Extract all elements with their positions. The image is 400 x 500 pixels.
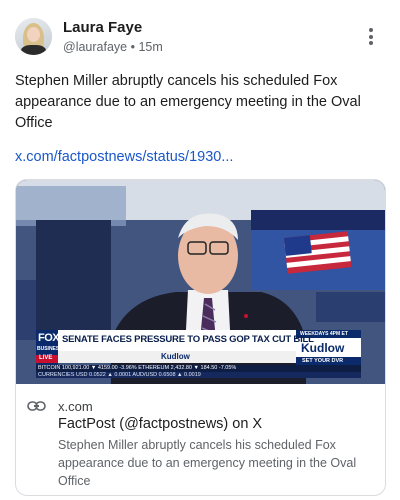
kudlow-logo: Kudlow [301,341,345,355]
dvr-label: SET YOUR DVR [302,358,344,364]
fox-business-label: BUSINESS [37,346,63,352]
live-badge: LIVE [39,355,53,361]
post-link[interactable]: x.com/factpostnews/status/1930... [15,149,233,165]
link-icon [27,401,46,411]
card-details[interactable]: x.com FactPost (@factpostnews) on X Step… [16,385,385,495]
post-time[interactable]: 15m [138,40,162,54]
ticker-row-1: BITCOIN 100,921.00 ▼ 4159.00 -3.96% ETHE… [38,365,237,371]
more-vertical-icon[interactable] [366,28,376,48]
card-title[interactable]: FactPost (@factpostnews) on X [58,416,262,432]
meta-separator: • [130,40,135,54]
fox-logo: FOX [38,332,60,344]
card-domain: x.com [58,399,93,414]
post-meta: @laurafaye • 15m [63,40,163,54]
schedule-label: WEEKDAYS 4PM ET [300,331,348,337]
link-preview-card[interactable]: FOX BUSINESS LIVE SENATE FACES PRESSURE … [15,179,386,496]
card-thumbnail[interactable]: FOX BUSINESS LIVE SENATE FACES PRESSURE … [16,180,385,384]
post-text: Stephen Miller abruptly cancels his sche… [15,73,361,131]
social-post: Laura Faye @laurafaye • 15m Stephen Mill… [0,0,400,500]
chyron-headline: SENATE FACES PRESSURE TO PASS GOP TAX CU… [62,334,314,345]
card-description: Stephen Miller abruptly cancels his sche… [58,438,357,488]
chyron-show-name: Kudlow [161,352,190,361]
author-name[interactable]: Laura Faye [63,19,142,36]
author-avatar[interactable] [15,18,52,55]
ticker-row-2: CURRENCIES USD 0.0522 ▲ 0.0001 AUD/USD 0… [38,372,201,378]
author-handle[interactable]: @laurafaye [63,40,127,54]
